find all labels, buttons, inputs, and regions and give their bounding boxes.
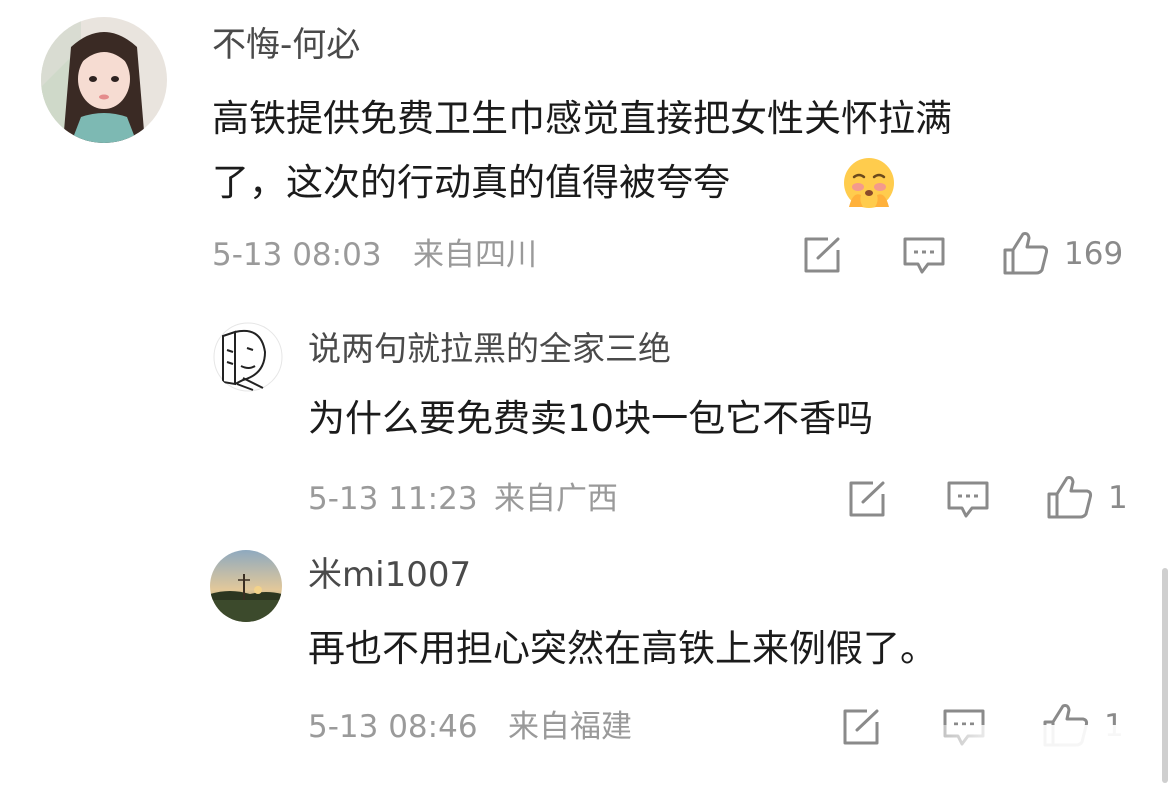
blush-face-icon <box>841 155 897 211</box>
reply-button[interactable] <box>946 480 990 520</box>
like-button[interactable] <box>1046 474 1094 520</box>
comment-text-line: 了，这次的行动真的值得被夸夸 <box>212 161 730 204</box>
comment-text: 为什么要免费卖10块一包它不香吗 <box>308 397 874 440</box>
share-icon <box>843 709 879 745</box>
comment-location: 来自广西 <box>494 481 618 517</box>
comment-username[interactable]: 米mi1007 <box>308 558 471 592</box>
share-button[interactable] <box>847 480 887 518</box>
share-icon <box>804 237 840 273</box>
comment-icon <box>947 481 989 518</box>
reply-button[interactable] <box>902 236 946 276</box>
scrollbar-thumb[interactable] <box>1162 568 1168 783</box>
comment-time: 5-13 08:46 <box>308 709 478 745</box>
like-count: 169 <box>1064 236 1124 272</box>
avatar-photo <box>41 17 167 143</box>
share-button[interactable] <box>802 236 842 274</box>
avatar-photo <box>210 550 282 622</box>
comment-text: 了，这次的行动真的值得被夸夸 <box>212 164 730 201</box>
like-count: 1 <box>1108 480 1128 516</box>
share-icon <box>849 481 885 517</box>
comment-location: 来自福建 <box>508 709 632 745</box>
comment-location: 来自四川 <box>413 237 537 273</box>
comment-time: 5-13 11:23 <box>308 481 478 517</box>
comment-icon <box>903 237 945 274</box>
comment-text: 高铁提供免费卫生巾感觉直接把女性关怀拉满 <box>212 97 952 140</box>
comment-text: 再也不用担心突然在高铁上来例假了。 <box>308 627 937 670</box>
avatar[interactable] <box>210 550 282 622</box>
comment-username[interactable]: 说两句就拉黑的全家三绝 <box>308 332 671 365</box>
share-button[interactable] <box>841 708 881 746</box>
avatar[interactable] <box>213 322 283 392</box>
bottom-fade-overlay <box>880 725 1170 785</box>
like-button[interactable] <box>1002 230 1050 276</box>
avatar-photo <box>213 322 283 392</box>
thumbs-up-icon <box>1047 476 1093 519</box>
avatar[interactable] <box>41 17 167 143</box>
comment-username[interactable]: 不悔-何必 <box>212 28 360 62</box>
thumbs-up-icon <box>1003 232 1049 275</box>
comment-time: 5-13 08:03 <box>212 237 382 273</box>
